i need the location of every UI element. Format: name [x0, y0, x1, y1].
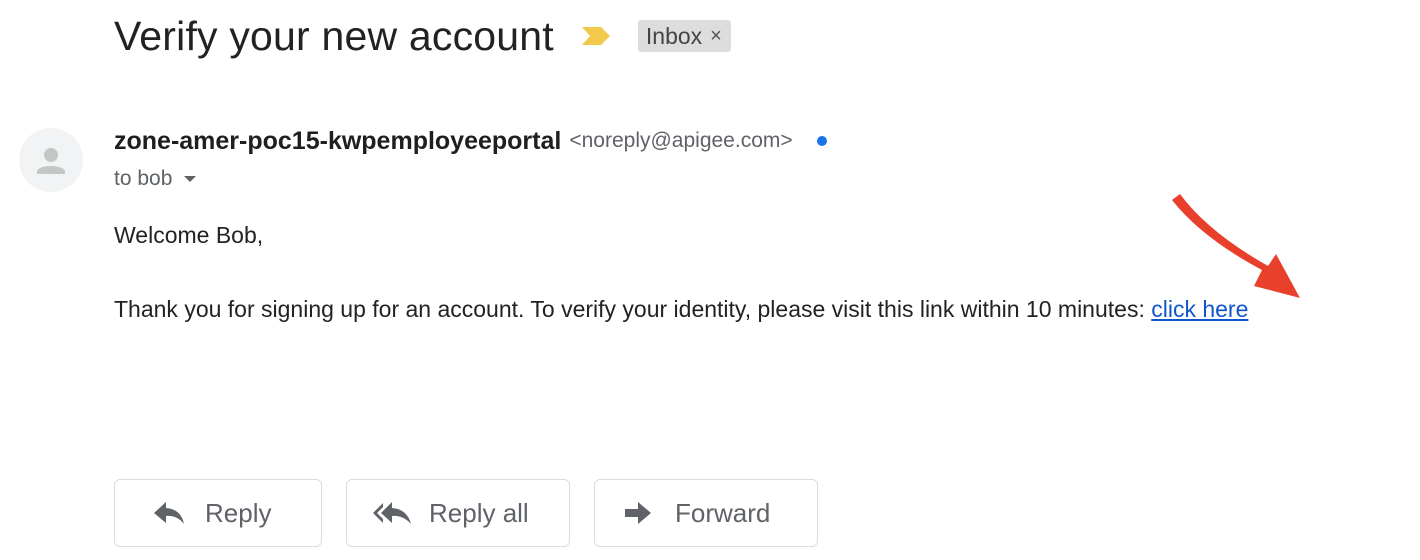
sender-email: <noreply@apigee.com> — [569, 129, 793, 152]
recipient-details-dropdown-icon[interactable] — [184, 176, 197, 182]
sender-avatar[interactable] — [19, 128, 83, 192]
inbox-label-text: Inbox — [645, 23, 703, 49]
unread-dot — [816, 136, 827, 146]
reply-icon — [151, 500, 187, 526]
sender-line: zone-amer-poc15-kwpemployeeportal <norep… — [114, 124, 827, 158]
recipient-text: to bob — [114, 167, 173, 190]
inbox-label-chip[interactable]: Inbox × — [637, 20, 731, 52]
email-subject: Verify your new account — [114, 12, 554, 59]
remove-label-icon[interactable]: × — [710, 20, 722, 52]
forward-label: Forward — [675, 497, 771, 528]
reply-all-label: Reply all — [429, 497, 529, 528]
reply-label: Reply — [205, 497, 272, 528]
red-arrow-annotation — [1172, 194, 1300, 298]
recipient-line[interactable]: to bob — [114, 164, 197, 194]
reply-all-button[interactable]: Reply all — [346, 479, 570, 547]
person-avatar-icon — [37, 148, 65, 174]
forward-button[interactable]: Forward — [594, 479, 818, 547]
email-greeting: Welcome Bob, — [114, 222, 264, 248]
reply-button[interactable]: Reply — [114, 479, 322, 547]
email-message-text: Thank you for signing up for an account.… — [114, 296, 1152, 322]
importance-marker-icon[interactable] — [580, 25, 612, 47]
forward-icon — [623, 501, 653, 525]
email-message: Thank you for signing up for an account.… — [114, 296, 1248, 323]
subject-row: Verify your new account Inbox × — [114, 8, 731, 64]
reply-all-icon — [371, 500, 413, 526]
sender-name[interactable]: zone-amer-poc15-kwpemployeeportal — [114, 127, 561, 156]
